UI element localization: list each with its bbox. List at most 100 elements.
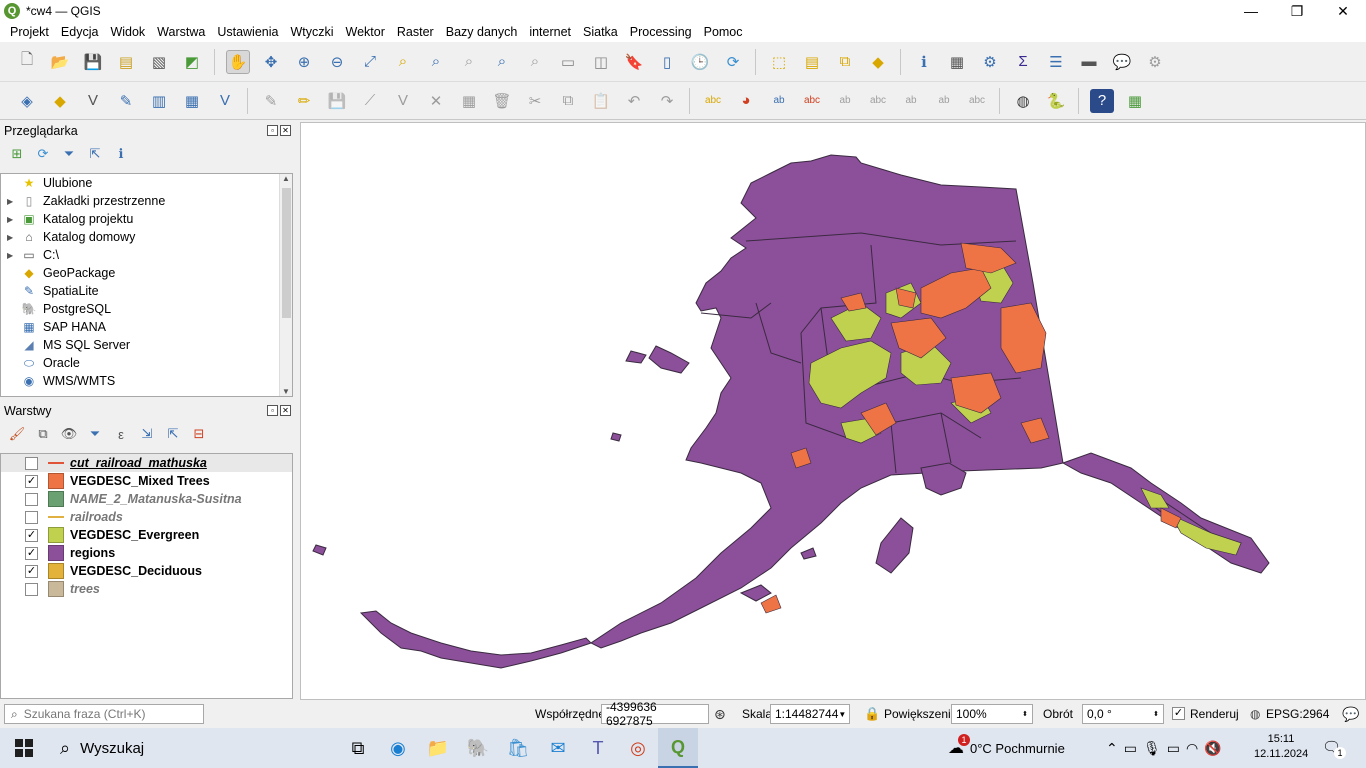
modify-attributes-icon[interactable]: ✕ [424,89,448,113]
browser-item[interactable]: ★ Ulubione [1,174,292,192]
expand-arrow-icon[interactable]: ▶ [7,251,13,260]
layer-diagram-icon[interactable]: ◕ [734,89,758,113]
weather-widget[interactable]: ☁ 1 0°C Pochmurnie [948,728,1065,768]
zoom-native-icon[interactable]: ⌕ [457,50,481,74]
show-bookmarks-icon[interactable]: ▯ [655,50,679,74]
menu-siatka[interactable]: Siatka [577,25,624,39]
expand-all-icon[interactable]: ⇲ [137,424,157,444]
layer-visibility-checkbox[interactable] [25,510,38,524]
layer-row[interactable]: railroads [1,508,292,526]
attribute-table-icon[interactable]: ▦ [945,50,969,74]
close-layers-panel-icon[interactable]: ✕ [280,405,291,416]
refresh-icon[interactable]: ⟳ [721,50,745,74]
mail-icon[interactable]: ✉ [538,728,578,768]
zoom-in-icon[interactable]: ⊕ [292,50,316,74]
save-project-icon[interactable]: 💾 [81,50,105,74]
add-group-icon[interactable]: ⧉ [33,424,53,444]
zoom-next-icon[interactable]: ⌕ [523,50,547,74]
label-properties-icon[interactable]: abc [965,89,989,113]
measure-icon[interactable]: ▬ [1077,50,1101,74]
float-layers-panel-icon[interactable]: ▫ [267,405,278,416]
save-edits-icon[interactable]: 💾 [325,89,349,113]
vertex-tool-icon[interactable]: V [391,89,415,113]
filter-legend-icon[interactable]: ⏷ [85,424,105,444]
python-console-icon[interactable]: 🐍 [1044,89,1068,113]
layer-row[interactable]: NAME_2_Matanuska-Susitna [1,490,292,508]
select-features-icon[interactable]: ⬚ [767,50,791,74]
pin-labels-icon[interactable]: abc [800,89,824,113]
identify-features-icon[interactable]: ℹ [912,50,936,74]
volume-icon[interactable]: 🔇 [1204,740,1221,757]
statistics-icon[interactable]: Σ [1011,50,1035,74]
style-manager-icon[interactable]: ◩ [180,50,204,74]
wifi-icon[interactable]: ◠ [1186,740,1198,757]
browser-item[interactable]: ▶ ▣ Katalog projektu [1,210,292,228]
notifications-icon[interactable]: 🗨 1 [1322,738,1347,759]
show-hidden-icons-icon[interactable]: ⌃ [1106,740,1118,757]
label-toolbar-icon[interactable]: abc [701,89,725,113]
crs-globe-icon[interactable]: ◍ [1250,707,1260,721]
layer-visibility-checkbox[interactable] [25,492,38,506]
map-tips-icon[interactable]: 💬 [1110,50,1134,74]
menu-internet[interactable]: internet [523,25,577,39]
menu-pomoc[interactable]: Pomoc [698,25,749,39]
zoom-last-icon[interactable]: ⌕ [490,50,514,74]
menu-warstwa[interactable]: Warstwa [151,25,211,39]
paste-icon[interactable]: 📋 [589,89,613,113]
chrome-icon[interactable]: ◎ [618,728,658,768]
move-label-icon[interactable]: abc [866,89,890,113]
layer-row[interactable]: ✓ VEGDESC_Mixed Trees [1,472,292,490]
layer-row[interactable]: ✓ VEGDESC_Evergreen [1,526,292,544]
magnifier-field[interactable]: 100% ⬍ [951,704,1033,724]
expand-arrow-icon[interactable]: ▶ [7,215,13,224]
select-by-value-icon[interactable]: ▤ [800,50,824,74]
layer-visibility-checkbox[interactable]: ✓ [25,528,38,542]
new-bookmark-icon[interactable]: 🔖 [622,50,646,74]
collapse-all-layers-icon[interactable]: ⇱ [163,424,183,444]
float-panel-icon[interactable]: ▫ [267,125,278,136]
manage-visibility-icon[interactable]: 👁 [59,424,79,444]
layer-visibility-checkbox[interactable] [25,456,38,470]
delete-icon[interactable]: 🗑 [490,89,514,113]
qgis-taskbar-icon[interactable]: Q [658,728,698,768]
new-map-view-icon[interactable]: ▭ [556,50,580,74]
new-shapefile-icon[interactable]: V [81,89,105,113]
collapse-all-icon[interactable]: ⇱ [85,144,105,164]
pan-to-selection-icon[interactable]: ✥ [259,50,283,74]
zoom-to-layer-icon[interactable]: ⌕ [424,50,448,74]
zoom-to-selection-icon[interactable]: ⌕ [391,50,415,74]
battery-icon[interactable]: ▭ [1167,740,1180,757]
toggle-editing-icon[interactable]: ✏ [292,89,316,113]
processing-toolbox-icon[interactable]: ⚙ [978,50,1002,74]
new-temporary-layer-icon[interactable]: ▥ [147,89,171,113]
expand-arrow-icon[interactable]: ▶ [7,197,13,206]
browser-item[interactable]: ▶ ▭ C:\ [1,246,292,264]
open-project-icon[interactable]: 📂 [48,50,72,74]
magnifier-spin-icon[interactable]: ⬍ [1022,710,1028,718]
highlight-pinned-labels-icon[interactable]: ab [767,89,791,113]
filter-by-expression-icon[interactable]: ε [111,424,131,444]
coordinate-field[interactable]: -4399636 6927875 [601,700,709,728]
cut-icon[interactable]: ✂ [523,89,547,113]
help-icon[interactable]: ? [1090,88,1114,113]
rotation-field[interactable]: 0,0 ° ⬍ [1082,704,1164,724]
menu-edycja[interactable]: Edycja [55,25,105,39]
style-panel-icon[interactable]: 🖌 [7,424,27,444]
map-canvas[interactable] [300,122,1366,700]
layer-row[interactable]: ✓ VEGDESC_Deciduous [1,562,292,580]
undo-icon[interactable]: ↶ [622,89,646,113]
messages-icon[interactable]: 💬 [1342,706,1359,723]
temporal-controller-icon[interactable]: 🕒 [688,50,712,74]
layer-visibility-checkbox[interactable]: ✓ [25,546,38,560]
teams-icon[interactable]: T [578,728,618,768]
menu-bazy-danych[interactable]: Bazy danych [440,25,524,39]
multi-edit-icon[interactable]: ▦ [457,89,481,113]
new-project-icon[interactable]: 🗋 [15,50,39,74]
locator-search-input[interactable]: ⌕ Szukana fraza (Ctrl+K) [4,704,204,724]
toggle-extents-icon[interactable]: ⊛ [714,706,726,723]
digitize-icon[interactable]: ⟋ [358,89,382,113]
refresh-browser-icon[interactable]: ⟳ [33,144,53,164]
lock-scale-icon[interactable]: 🔒 [864,706,880,722]
render-checkbox[interactable]: ✓ [1172,707,1185,720]
scale-dropdown-icon[interactable]: ▼ [838,710,846,719]
